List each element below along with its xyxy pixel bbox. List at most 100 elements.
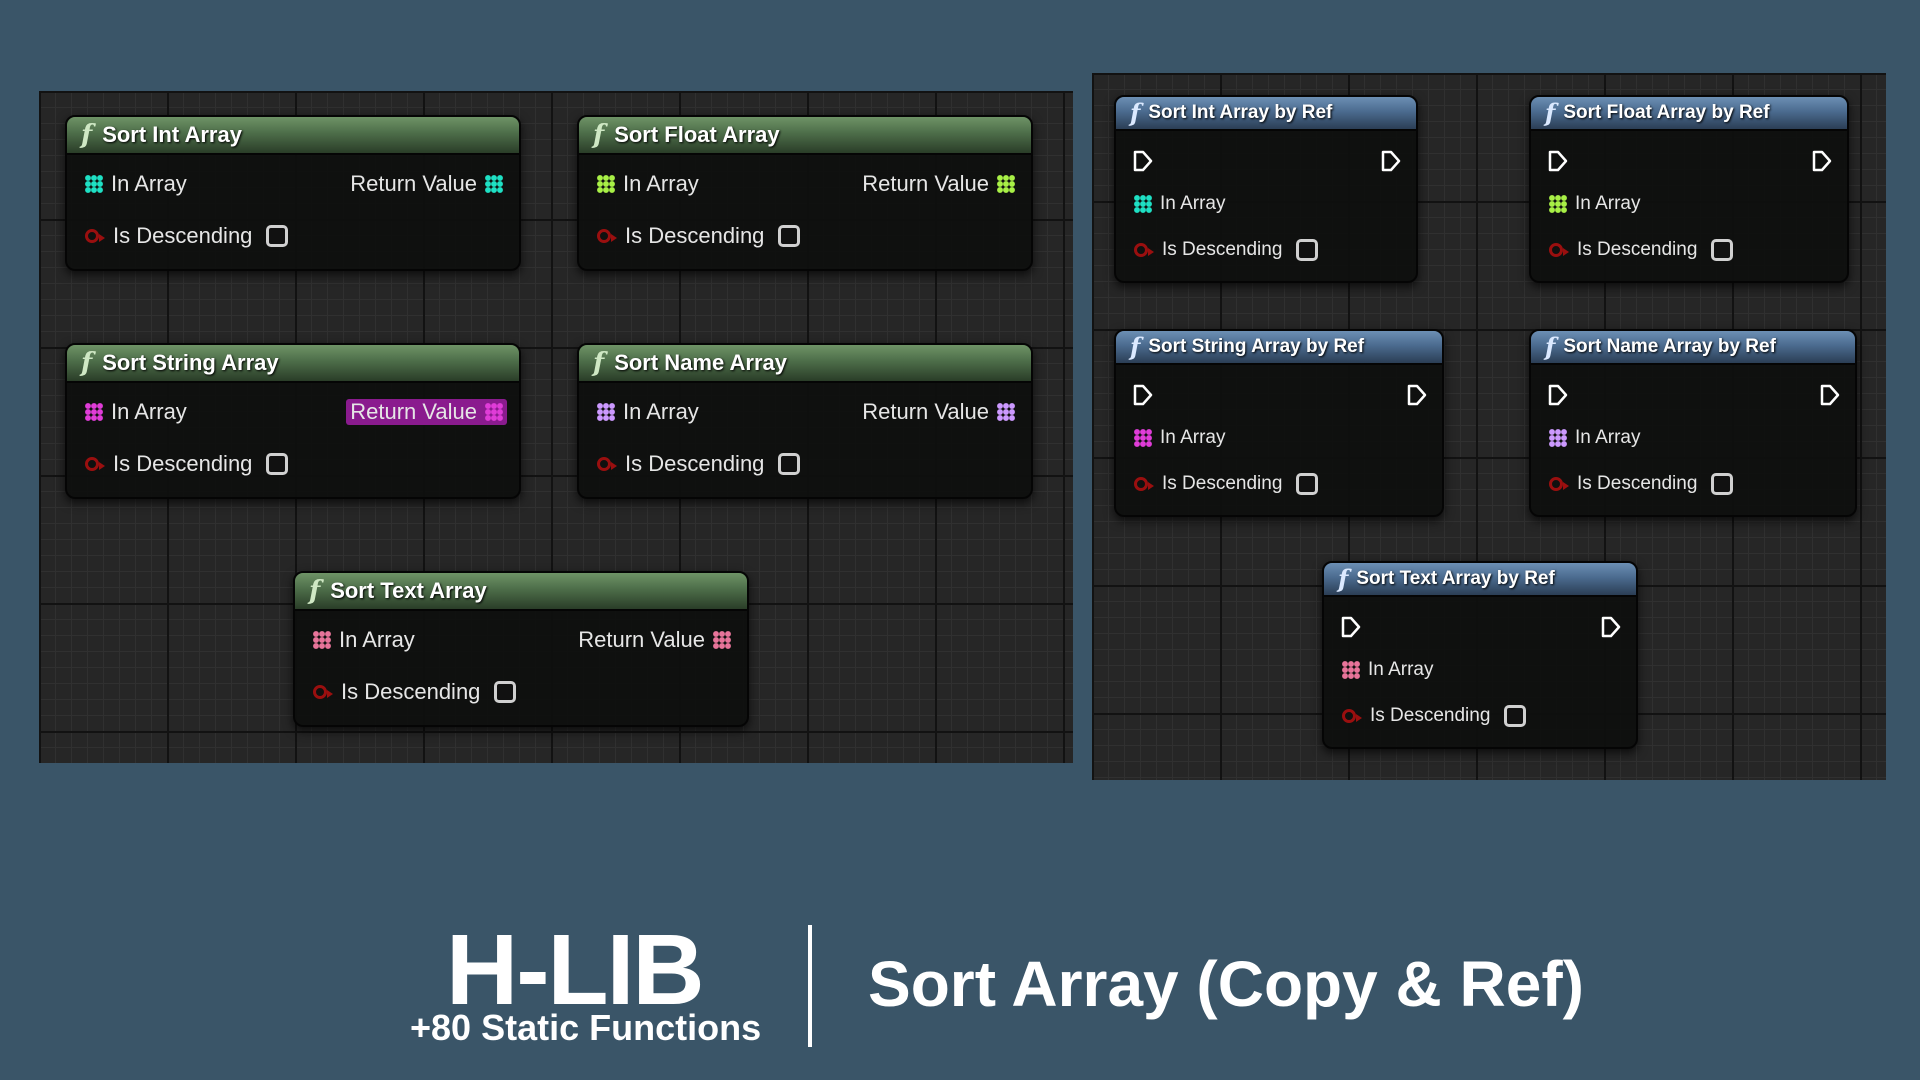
is-descending-checkbox[interactable] (494, 681, 517, 703)
is-descending-checkbox[interactable] (1296, 239, 1319, 261)
node-header[interactable]: f Sort Name Array by Ref (1531, 331, 1855, 365)
array-grid-icon[interactable] (1549, 429, 1567, 447)
brand-subtitle: +80 Static Functions (410, 1007, 762, 1048)
node-sort-string-array-by-ref[interactable]: f Sort String Array by Ref In Array Is D… (1114, 329, 1444, 517)
in-array-pin[interactable]: In Array (597, 171, 699, 197)
array-grid-icon[interactable] (997, 403, 1015, 421)
in-array-pin[interactable]: In Array (1134, 193, 1225, 215)
in-array-pin[interactable]: In Array (1134, 427, 1225, 449)
node-title: Sort Int Array by Ref (1148, 102, 1333, 123)
node-header[interactable]: f Sort Float Array (579, 117, 1031, 155)
exec-out-icon[interactable] (1406, 383, 1428, 407)
array-grid-icon[interactable] (1134, 195, 1152, 213)
node-header[interactable]: f Sort String Array (67, 345, 519, 383)
array-grid-icon[interactable] (1549, 195, 1567, 213)
bool-pin-icon[interactable] (313, 685, 333, 699)
is-descending-pin[interactable]: Is Descending (85, 451, 289, 477)
exec-out-icon[interactable] (1811, 149, 1833, 173)
is-descending-checkbox[interactable] (266, 225, 289, 247)
node-header[interactable]: f Sort Float Array by Ref (1531, 97, 1847, 131)
return-value-pin[interactable]: Return Value (350, 171, 503, 197)
page-heading: Sort Array (Copy & Ref) (868, 948, 1584, 1020)
is-descending-pin[interactable]: Is Descending (1134, 473, 1319, 495)
exec-in-icon[interactable] (1132, 383, 1154, 407)
return-value-pin[interactable]: Return Value (862, 399, 1015, 425)
array-grid-icon[interactable] (85, 403, 103, 421)
node-sort-string-array[interactable]: f Sort String Array In Array Return Valu… (65, 343, 521, 499)
in-array-pin[interactable]: In Array (1342, 659, 1433, 681)
is-descending-checkbox[interactable] (1711, 239, 1734, 261)
array-grid-icon[interactable] (485, 403, 503, 421)
array-grid-icon[interactable] (1342, 661, 1360, 679)
exec-in-icon[interactable] (1547, 149, 1569, 173)
node-header[interactable]: f Sort Int Array (67, 117, 519, 155)
node-sort-text-array-by-ref[interactable]: f Sort Text Array by Ref In Array Is Des… (1322, 561, 1638, 749)
array-grid-icon[interactable] (597, 403, 615, 421)
node-header[interactable]: f Sort Text Array by Ref (1324, 563, 1636, 597)
return-value-pin[interactable]: Return Value (578, 627, 731, 653)
array-grid-icon[interactable] (597, 175, 615, 193)
is-descending-pin[interactable]: Is Descending (597, 451, 801, 477)
node-header[interactable]: f Sort Int Array by Ref (1116, 97, 1416, 131)
exec-out-icon[interactable] (1380, 149, 1402, 173)
in-array-pin[interactable]: In Array (85, 171, 187, 197)
node-sort-int-array[interactable]: f Sort Int Array In Array Return Value I… (65, 115, 521, 271)
bool-pin-icon[interactable] (1342, 709, 1362, 723)
return-value-pin[interactable]: Return Value (346, 399, 507, 425)
is-descending-pin[interactable]: Is Descending (1134, 239, 1319, 261)
array-grid-icon[interactable] (1134, 429, 1152, 447)
is-descending-checkbox[interactable] (778, 453, 801, 475)
array-grid-icon[interactable] (85, 175, 103, 193)
exec-in-icon[interactable] (1547, 383, 1569, 407)
return-value-pin[interactable]: Return Value (862, 171, 1015, 197)
bool-pin-icon[interactable] (597, 229, 617, 243)
is-descending-checkbox[interactable] (266, 453, 289, 475)
is-descending-checkbox[interactable] (1296, 473, 1319, 495)
in-array-pin[interactable]: In Array (597, 399, 699, 425)
is-descending-pin[interactable]: Is Descending (313, 679, 517, 705)
bool-pin-icon[interactable] (597, 457, 617, 471)
is-descending-pin[interactable]: Is Descending (1549, 473, 1734, 495)
in-array-pin[interactable]: In Array (85, 399, 187, 425)
bool-pin-icon[interactable] (85, 229, 105, 243)
blueprint-graph-copy[interactable]: f Sort Int Array In Array Return Value I… (39, 91, 1073, 763)
exec-out-icon[interactable] (1819, 383, 1841, 407)
is-descending-checkbox[interactable] (1711, 473, 1734, 495)
footer-divider (808, 925, 812, 1047)
pin-label: Return Value (862, 399, 989, 424)
exec-out-icon[interactable] (1600, 615, 1622, 639)
is-descending-checkbox[interactable] (1504, 705, 1527, 727)
in-array-pin[interactable]: In Array (1549, 427, 1640, 449)
array-grid-icon[interactable] (485, 175, 503, 193)
bool-pin-icon[interactable] (1134, 243, 1154, 257)
array-grid-icon[interactable] (713, 631, 731, 649)
exec-in-icon[interactable] (1340, 615, 1362, 639)
exec-in-icon[interactable] (1132, 149, 1154, 173)
in-array-pin[interactable]: In Array (1549, 193, 1640, 215)
is-descending-pin[interactable]: Is Descending (597, 223, 801, 249)
array-grid-icon[interactable] (997, 175, 1015, 193)
node-sort-float-array-by-ref[interactable]: f Sort Float Array by Ref In Array Is De… (1529, 95, 1849, 283)
is-descending-pin[interactable]: Is Descending (1549, 239, 1734, 261)
is-descending-pin[interactable]: Is Descending (85, 223, 289, 249)
node-title: Sort String Array (102, 350, 279, 375)
node-sort-text-array[interactable]: f Sort Text Array In Array Return Value … (293, 571, 749, 727)
node-sort-float-array[interactable]: f Sort Float Array In Array Return Value… (577, 115, 1033, 271)
in-array-pin[interactable]: In Array (313, 627, 415, 653)
node-sort-name-array-by-ref[interactable]: f Sort Name Array by Ref In Array Is Des… (1529, 329, 1857, 517)
node-header[interactable]: f Sort String Array by Ref (1116, 331, 1442, 365)
bool-pin-icon[interactable] (1549, 477, 1569, 491)
array-grid-icon[interactable] (313, 631, 331, 649)
function-f-icon: f (1130, 98, 1141, 127)
bool-pin-icon[interactable] (1134, 477, 1154, 491)
node-header[interactable]: f Sort Name Array (579, 345, 1031, 383)
blueprint-graph-ref[interactable]: f Sort Int Array by Ref In Array Is Desc… (1092, 73, 1886, 780)
bool-pin-icon[interactable] (1549, 243, 1569, 257)
node-sort-name-array[interactable]: f Sort Name Array In Array Return Value … (577, 343, 1033, 499)
bool-pin-icon[interactable] (85, 457, 105, 471)
node-sort-int-array-by-ref[interactable]: f Sort Int Array by Ref In Array Is Desc… (1114, 95, 1418, 283)
is-descending-checkbox[interactable] (778, 225, 801, 247)
is-descending-pin[interactable]: Is Descending (1342, 705, 1527, 727)
node-header[interactable]: f Sort Text Array (295, 573, 747, 611)
node-title: Sort Int Array (102, 122, 242, 147)
